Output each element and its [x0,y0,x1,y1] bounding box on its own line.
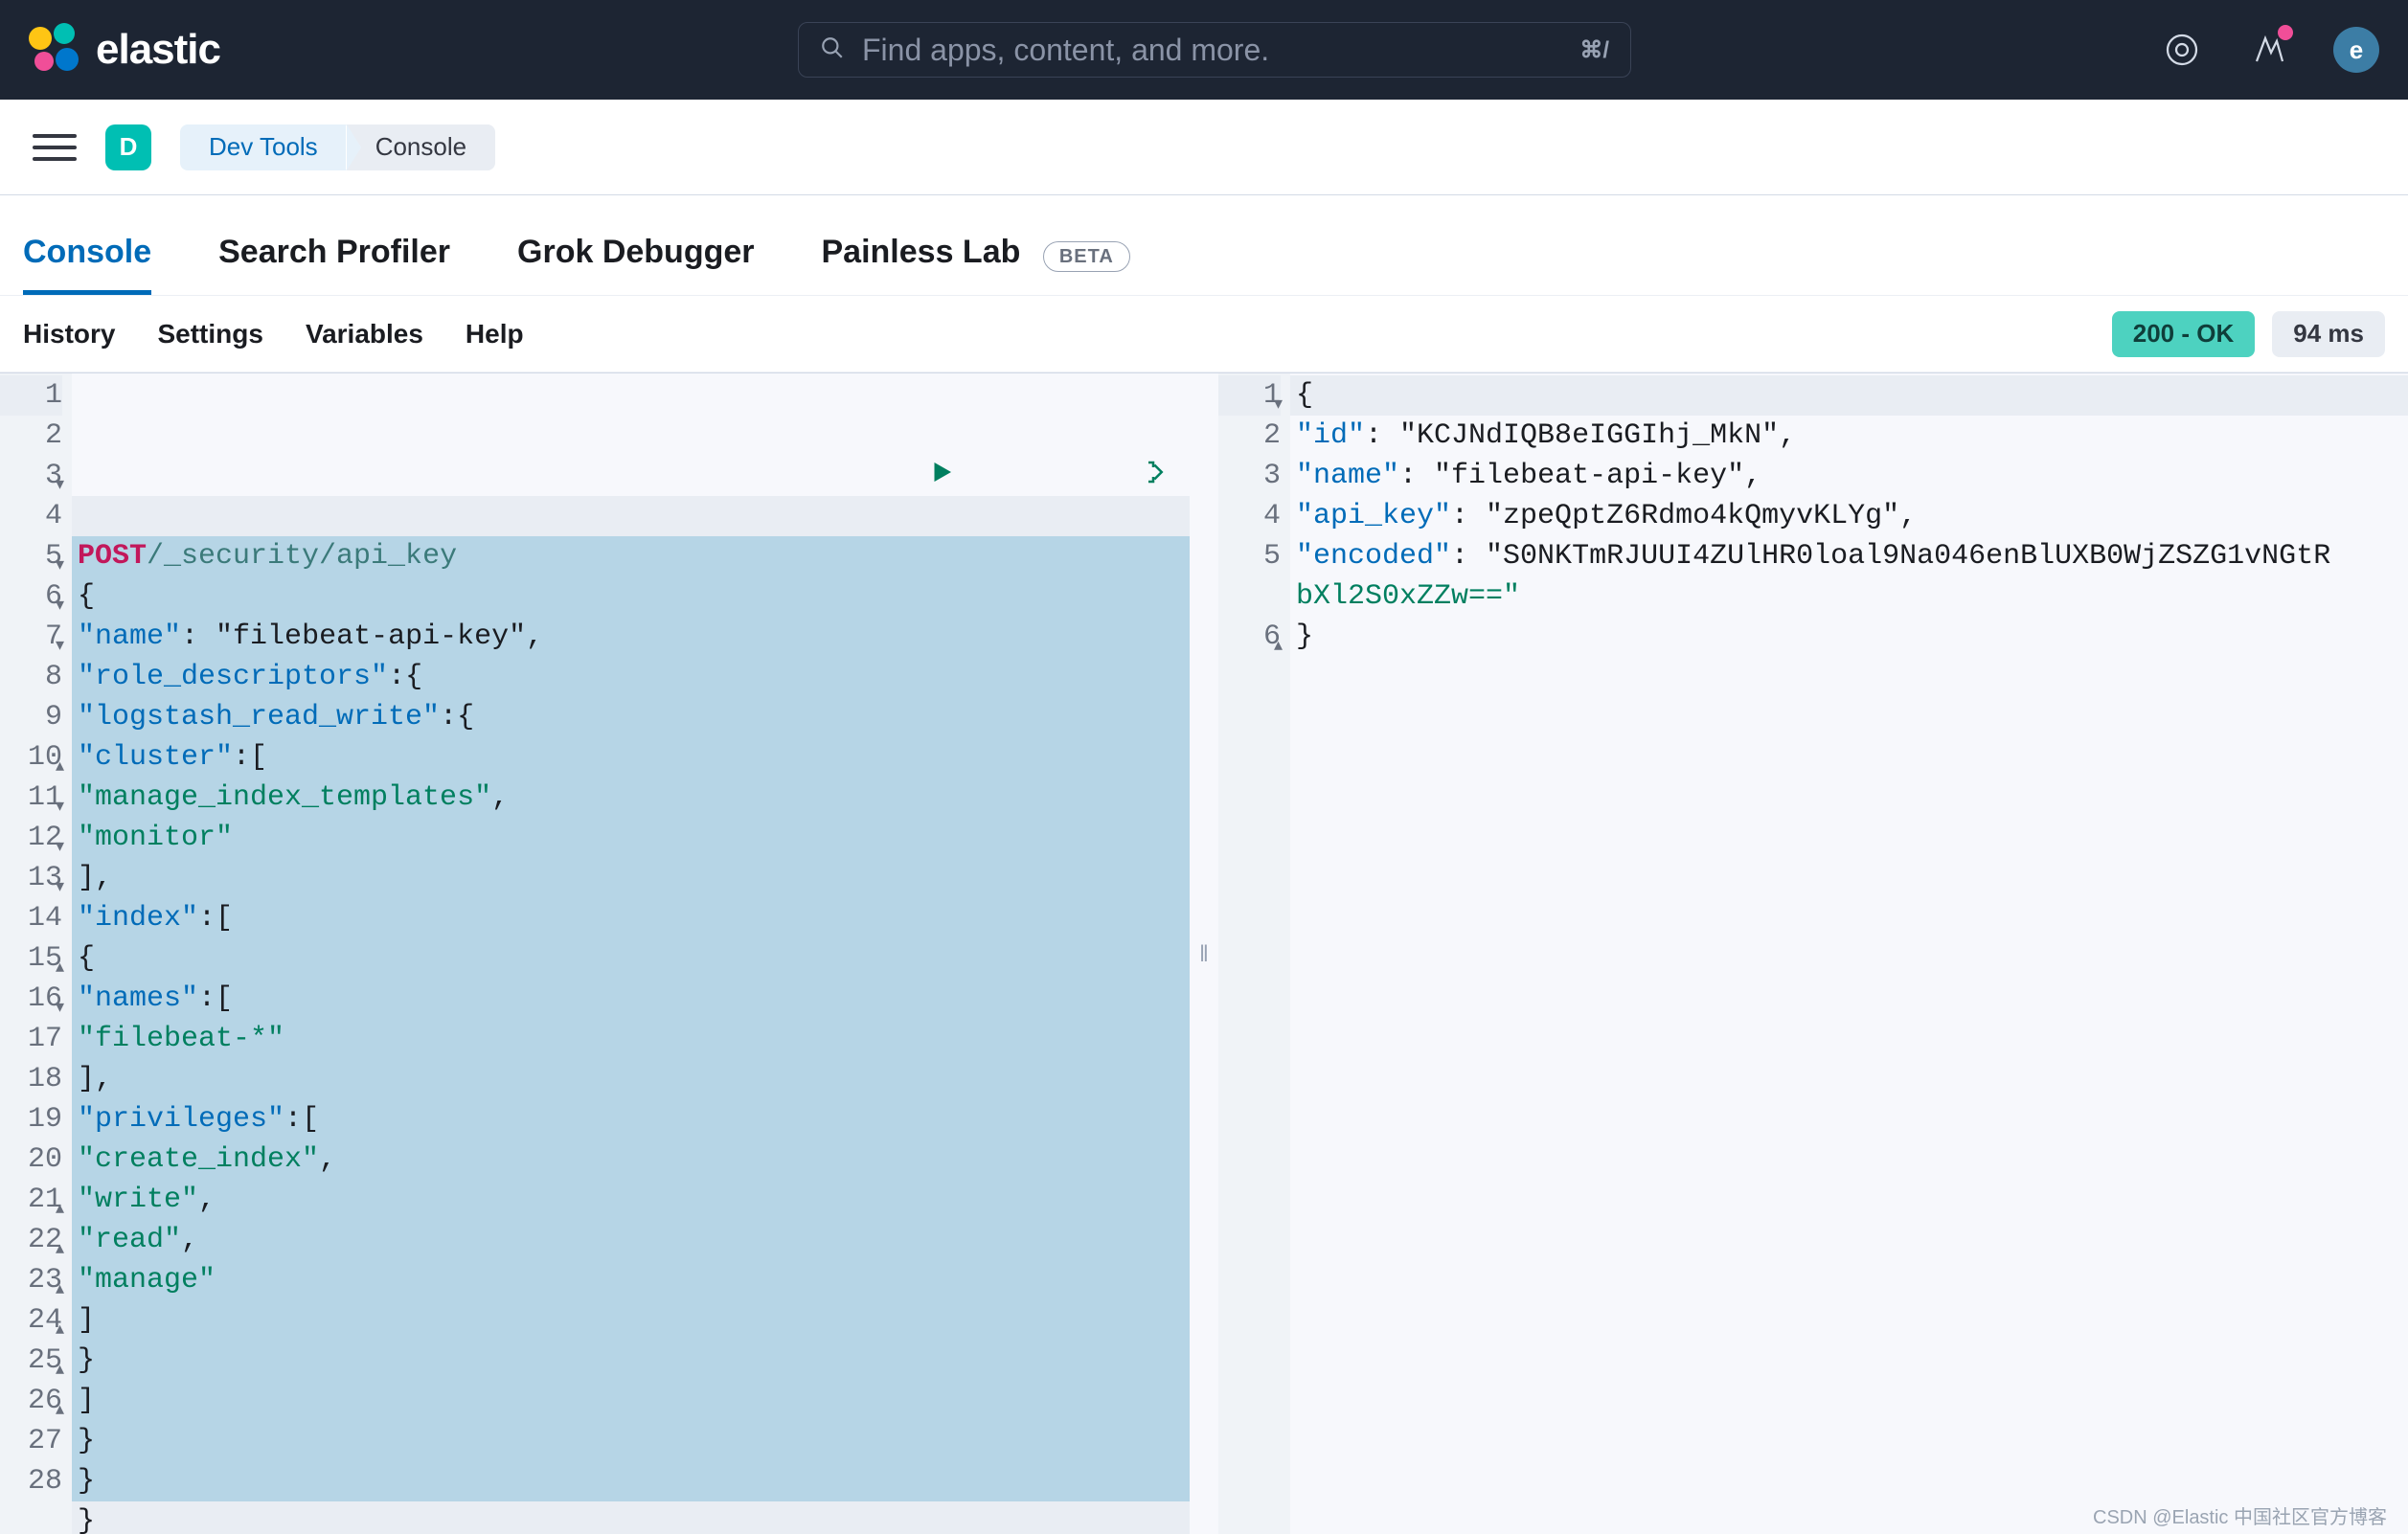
response-pane[interactable]: 1▾2345 6▴ { "id": "KCJNdIQB8eIGGIhj_MkN"… [1218,373,2408,1534]
beta-badge: BETA [1043,241,1130,272]
console-toolbar: History Settings Variables Help 200 - OK… [0,296,2408,372]
variables-link[interactable]: Variables [306,319,423,350]
console-editor-area: 123▾45▾6▾7▾8910▴11▾12▾13▾1415▴16▾1718192… [0,372,2408,1534]
breadcrumb-bar: D Dev Tools Console [0,100,2408,195]
tab-grok-debugger[interactable]: Grok Debugger [517,234,754,290]
response-line-gutter: 1▾2345 6▴ [1218,373,1290,1534]
watermark-text: CSDN @Elastic 中国社区官方博客 [2093,1501,2387,1529]
devtools-tabs: Console Search Profiler Grok Debugger Pa… [23,234,2385,295]
elastic-logo-icon [29,23,82,77]
request-action-icons [755,417,1172,540]
nav-menu-button[interactable] [33,125,77,169]
tab-console[interactable]: Console [23,234,151,295]
toolbar-links: History Settings Variables Help [23,319,524,350]
history-link[interactable]: History [23,319,115,350]
run-request-icon[interactable] [755,417,956,540]
status-badge: 200 - OK [2112,311,2256,357]
breadcrumb-console: Console [347,124,495,170]
devtools-tabs-area: Console Search Profiler Grok Debugger Pa… [0,195,2408,296]
search-shortcut: ⌘/ [1579,36,1609,64]
global-header: elastic Find apps, content, and more. ⌘/… [0,0,2408,100]
breadcrumb: Dev Tools Console [180,124,495,170]
global-search[interactable]: Find apps, content, and more. ⌘/ [798,22,1631,78]
notification-dot [2278,25,2293,40]
request-options-icon[interactable] [971,417,1172,540]
pane-splitter[interactable]: ‖ [1190,373,1218,1534]
tab-painless-lab[interactable]: Painless Lab BETA [822,234,1130,290]
newsfeed-icon[interactable] [2247,29,2289,71]
tab-search-profiler[interactable]: Search Profiler [218,234,450,290]
brand-logo[interactable]: elastic [29,23,268,77]
user-avatar[interactable]: e [2333,27,2379,73]
search-placeholder: Find apps, content, and more. [862,33,1562,68]
header-actions: e [2161,27,2379,73]
breadcrumb-devtools[interactable]: Dev Tools [180,124,347,170]
request-editor[interactable]: POST /_security/api_key{ "name": "filebe… [72,373,1190,1534]
help-link[interactable]: Help [466,319,524,350]
request-line-gutter: 123▾45▾6▾7▾8910▴11▾12▾13▾1415▴16▾1718192… [0,373,72,1534]
toolbar-status: 200 - OK 94 ms [2112,311,2385,357]
tab-painless-label: Painless Lab [822,234,1021,270]
settings-link[interactable]: Settings [157,319,262,350]
request-pane[interactable]: 123▾45▾6▾7▾8910▴11▾12▾13▾1415▴16▾1718192… [0,373,1190,1534]
latency-badge: 94 ms [2272,311,2385,357]
search-icon [820,35,845,65]
app-badge[interactable]: D [105,124,151,170]
help-icon[interactable] [2161,29,2203,71]
brand-name: elastic [96,26,220,74]
response-viewer[interactable]: { "id": "KCJNdIQB8eIGGIhj_MkN", "name": … [1290,373,2408,1534]
global-search-wrap: Find apps, content, and more. ⌘/ [268,22,2161,78]
